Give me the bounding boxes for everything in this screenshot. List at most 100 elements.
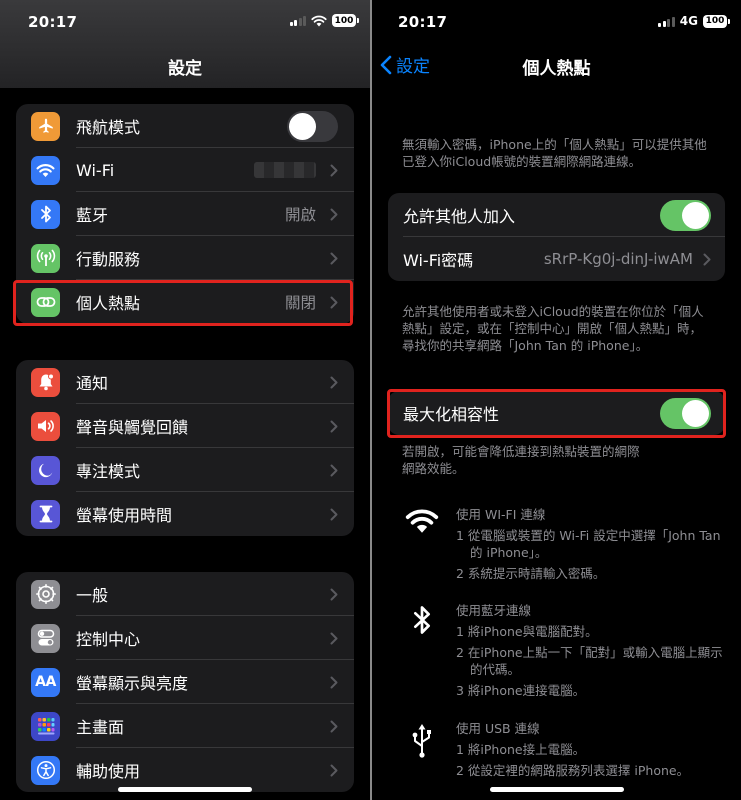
row-display-brightness[interactable]: AA 螢幕顯示與亮度	[16, 660, 354, 704]
row-general[interactable]: 一般	[16, 572, 354, 616]
wifi-instructions: 使用 WI-FI 連線 1 從電腦或裝置的 Wi-Fi 設定中選擇「John T…	[402, 506, 732, 586]
page-title: 個人熱點	[522, 59, 591, 79]
maximize-compatibility-toggle[interactable]	[660, 397, 711, 429]
hotspot-settings-group: 允許其他人加入 Wi-Fi密碼 sRrP-Kg0j-dinJ-iwAM	[388, 193, 725, 281]
airplane-icon	[31, 111, 60, 141]
row-bluetooth[interactable]: 藍牙 開啟	[16, 192, 354, 236]
cellular-signal-icon	[289, 15, 306, 26]
bluetooth-icon	[402, 602, 442, 703]
chevron-right-icon	[324, 252, 344, 265]
cellular-signal-icon	[658, 16, 675, 27]
row-label: 主畫面	[76, 718, 125, 737]
network-type-label: 4G	[679, 14, 698, 28]
instruction-title: 使用藍牙連線	[456, 603, 532, 618]
status-time: 20:17	[28, 13, 78, 31]
home-indicator[interactable]	[490, 787, 624, 792]
row-label: 藍牙	[76, 206, 109, 225]
usb-instructions: 使用 USB 連線 1 將iPhone接上電腦。 2 從設定裡的網路服務列表選擇…	[402, 720, 732, 783]
row-label: 螢幕顯示與亮度	[76, 674, 189, 693]
hotspot-link-icon	[31, 287, 60, 317]
battery-icon: 100	[703, 14, 730, 28]
instruction-step: 2 從設定裡的網路服務列表選擇 iPhone。	[456, 763, 690, 778]
chevron-right-icon	[324, 208, 344, 221]
row-label: 個人熱點	[76, 294, 141, 313]
instruction-title: 使用 WI-FI 連線	[456, 507, 546, 522]
row-label: 螢幕使用時間	[76, 506, 173, 525]
row-label: 聲音與觸覺回饋	[76, 418, 189, 437]
row-notifications[interactable]: 通知	[16, 360, 354, 404]
antenna-icon	[31, 243, 60, 273]
instruction-step: 1 將iPhone接上電腦。	[456, 742, 586, 757]
row-accessibility[interactable]: 輔助使用	[16, 748, 354, 792]
chevron-right-icon	[324, 632, 344, 645]
status-bar: 20:17 4G 100	[372, 0, 741, 44]
home-grid-icon	[31, 711, 60, 741]
chevron-right-icon	[324, 376, 344, 389]
status-bar: 20:17 100	[0, 0, 370, 44]
row-screen-time[interactable]: 螢幕使用時間	[16, 492, 354, 536]
maximize-note: 若開啟，可能會降低連接到熱點裝置的網際網路效能。	[402, 444, 640, 476]
row-cellular[interactable]: 行動服務	[16, 236, 354, 280]
hourglass-icon	[31, 499, 60, 529]
row-personal-hotspot[interactable]: 個人熱點 關閉	[16, 280, 354, 324]
chevron-right-icon	[324, 508, 344, 521]
intro-note: 無須輸入密碼，iPhone上的「個人熱點」可以提供其他已登入你iCloud帳號的…	[402, 137, 707, 169]
row-label: 輔助使用	[76, 762, 141, 781]
chevron-right-icon	[324, 588, 344, 601]
row-label: 行動服務	[76, 250, 141, 269]
row-home-screen[interactable]: 主畫面	[16, 704, 354, 748]
accessibility-icon	[31, 755, 60, 785]
row-sounds-haptics[interactable]: 聲音與觸覺回饋	[16, 404, 354, 448]
page-title: 設定	[168, 59, 202, 79]
settings-screen: 20:17 100 設定 飛航模式 Wi-Fi 藍牙 開啟 行動服務 個人熱點 …	[0, 0, 370, 800]
row-maximize-compatibility[interactable]: 最大化相容性	[388, 391, 725, 435]
row-label: 通知	[76, 374, 109, 393]
wifi-password-label: Wi-Fi密碼	[403, 251, 474, 270]
row-focus[interactable]: 專注模式	[16, 448, 354, 492]
row-value: 開啟	[284, 206, 316, 224]
row-wifi-password[interactable]: Wi-Fi密碼 sRrP-Kg0j-dinJ-iwAM	[388, 237, 725, 281]
row-label: 控制中心	[76, 630, 141, 649]
row-wifi[interactable]: Wi-Fi	[16, 148, 354, 192]
row-allow-others[interactable]: 允許其他人加入	[388, 193, 725, 237]
maximize-compatibility-label: 最大化相容性	[403, 405, 500, 424]
instruction-step: 1 將iPhone與電腦配對。	[456, 624, 598, 639]
chevron-right-icon	[699, 253, 715, 266]
row-label: 一般	[76, 586, 109, 605]
chevron-right-icon	[324, 764, 344, 777]
status-time: 20:17	[398, 13, 448, 31]
chevron-right-icon	[324, 164, 344, 177]
row-label: 專注模式	[76, 462, 141, 481]
wifi-icon	[31, 155, 60, 185]
toggles-icon	[31, 623, 60, 653]
wifi-status-icon	[311, 15, 327, 26]
row-control-center[interactable]: 控制中心	[16, 616, 354, 660]
home-indicator[interactable]	[118, 787, 252, 792]
status-icons: 4G 100	[658, 14, 730, 28]
row-airplane-mode[interactable]: 飛航模式	[16, 104, 354, 148]
row-label: Wi-Fi	[76, 160, 115, 180]
wifi-icon	[402, 506, 442, 586]
gear-icon	[31, 579, 60, 609]
speaker-icon	[31, 411, 60, 441]
settings-group-notifications: 通知 聲音與觸覺回饋 專注模式 螢幕使用時間	[16, 360, 354, 536]
bell-icon	[31, 367, 60, 397]
maximize-compatibility-group: 最大化相容性	[388, 391, 725, 435]
instruction-step: 2 在iPhone上點一下「配對」或輸入電腦上顯示的代碼。	[456, 645, 723, 677]
aa-text-icon: AA	[31, 667, 60, 697]
instruction-step: 1 從電腦或裝置的 Wi-Fi 設定中選擇「John Tan 的 iPhone」…	[456, 528, 721, 560]
chevron-right-icon	[324, 676, 344, 689]
airplane-mode-toggle[interactable]	[287, 110, 338, 142]
usb-icon	[402, 720, 442, 783]
settings-group-connectivity: 飛航模式 Wi-Fi 藍牙 開啟 行動服務 個人熱點 關閉	[16, 104, 354, 324]
wifi-network-name-blurred	[254, 162, 316, 178]
instruction-step: 3 將iPhone連接電腦。	[456, 683, 586, 698]
chevron-right-icon	[324, 720, 344, 733]
row-value: 關閉	[284, 294, 316, 312]
personal-hotspot-screen: 20:17 4G 100 設定 個人熱點 無須輸入密碼，iPhone上的「個人熱…	[372, 0, 741, 800]
status-icons: 100	[289, 14, 359, 27]
chevron-right-icon	[324, 464, 344, 477]
allow-others-toggle[interactable]	[660, 199, 711, 231]
instruction-title: 使用 USB 連線	[456, 721, 540, 736]
chevron-right-icon	[324, 420, 344, 433]
